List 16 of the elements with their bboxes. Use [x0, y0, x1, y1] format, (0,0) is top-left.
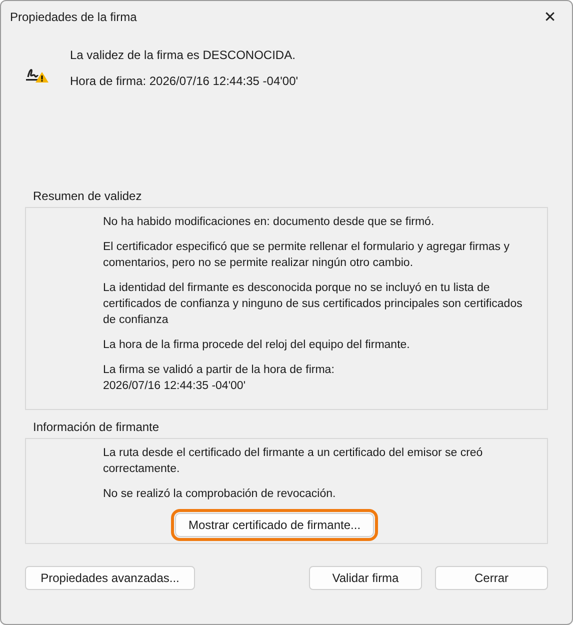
dialog-button[interactable]: Cerrar — [435, 566, 548, 590]
info-paragraph: El certificador especificó que se permite rellenar el formulario y agregar firmas y comentarios, pero no se permite realizar ningún otro cambio. — [103, 240, 510, 271]
group-title: Resumen de validez — [33, 189, 143, 205]
info-paragraph: La hora de la firma procede del reloj del equipo del firmante. — [103, 338, 411, 353]
validity-status: La validez de la firma es DESCONOCIDA. — [70, 48, 296, 62]
info-paragraph: La ruta desde el certificado del firmante a un certificado del emisor se creó correctamente. — [103, 446, 484, 477]
info-paragraph: No se realizó la comprobación de revocación. — [103, 487, 337, 502]
close-button[interactable]: ✕ — [528, 2, 572, 32]
info-paragraph: La firma se validó a partir de la hora de firma: 2026/07/16 12:44:35 -04'00' — [103, 363, 336, 394]
dialog-button[interactable]: Validar firma — [309, 566, 422, 590]
info-paragraph: La identidad del firmante es desconocida porque no se incluyó en tu lista de certificados de confianza y ninguno de sus certificados principales son certificados de confianza — [103, 281, 523, 328]
window-title: Propiedades de la firma — [10, 10, 137, 24]
group-title: Información de firmante — [33, 420, 160, 436]
signing-time: Hora de firma: 2026/07/16 12:44:35 -04'00' — [70, 74, 298, 88]
info-paragraph: No ha habido modificaciones en: documento desde que se firmó. — [103, 215, 436, 230]
dialog-button[interactable]: Propiedades avanzadas... — [25, 566, 195, 590]
